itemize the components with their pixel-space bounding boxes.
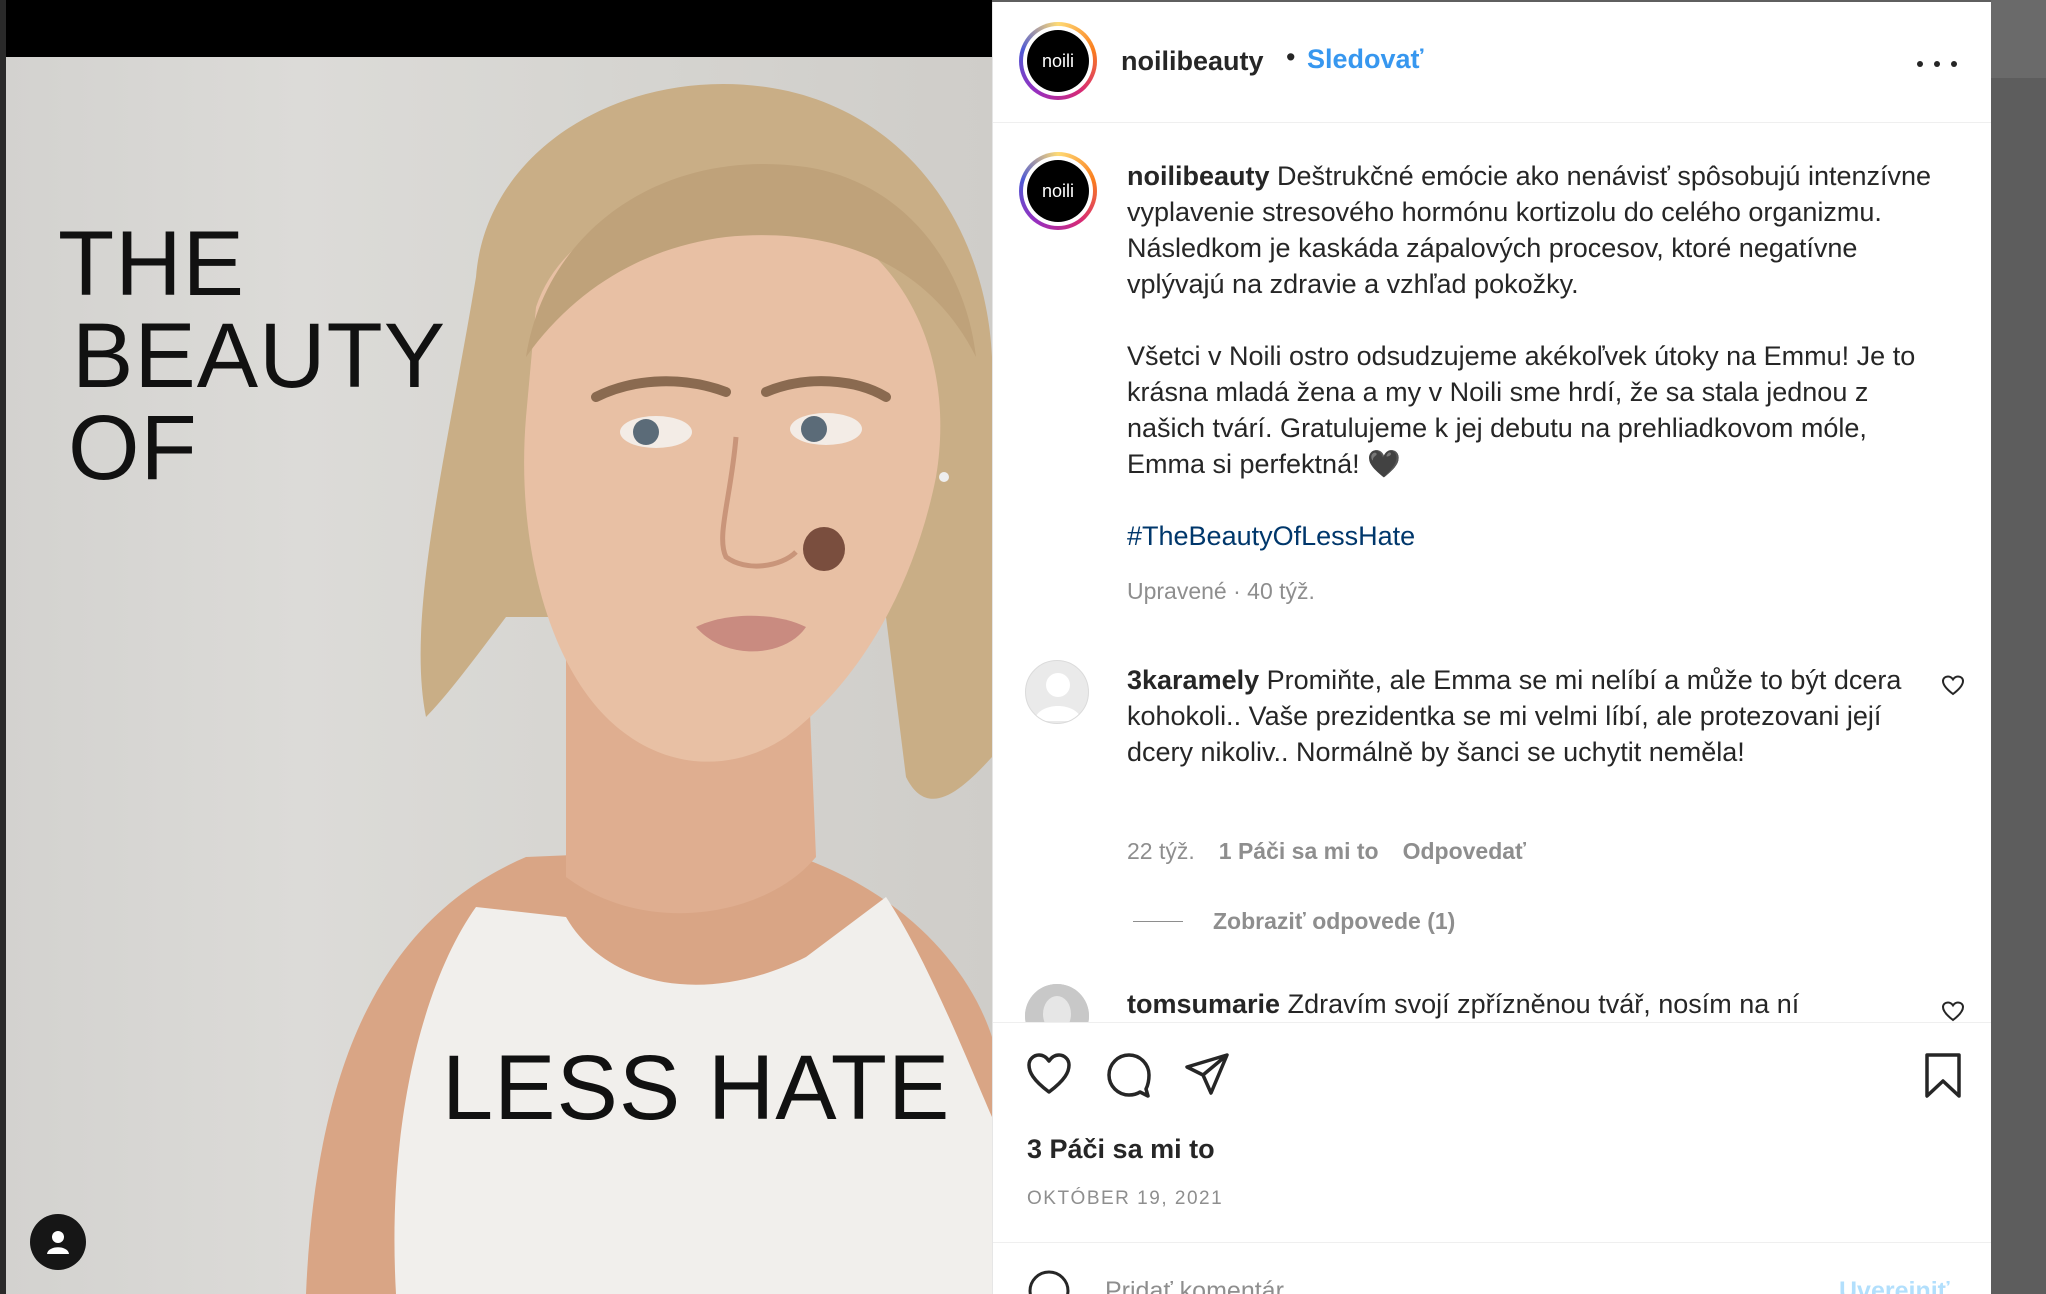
post-actions-bar bbox=[993, 1022, 1992, 1106]
author-username-link[interactable]: noilibeauty bbox=[1121, 46, 1264, 77]
paper-plane-icon[interactable] bbox=[1183, 1051, 1231, 1099]
caption-avatar-logo: noili bbox=[1027, 160, 1089, 222]
hashtag-link[interactable]: #TheBeautyOfLessHate bbox=[1127, 521, 1415, 551]
poster-line-of: OF bbox=[68, 397, 198, 499]
caption-username-link[interactable]: noilibeauty bbox=[1127, 161, 1270, 191]
poster-line-the: THE bbox=[58, 213, 245, 315]
post-header: noili noilibeauty • Sledovať bbox=[993, 2, 1992, 123]
default-avatar-icon bbox=[1034, 673, 1082, 721]
more-options-icon[interactable] bbox=[1917, 50, 1957, 78]
publish-button[interactable]: Uverejniť bbox=[1839, 1277, 1950, 1294]
page-right-gutter bbox=[1991, 0, 2046, 1294]
comment-likes-link[interactable]: 1 Páči sa mi to bbox=[1219, 838, 1379, 865]
comment-body: Zdravím svojí zpřízněnou tvář, nosím na … bbox=[1287, 989, 1800, 1019]
add-comment-bar: Pridať komentár... Uverejniť bbox=[993, 1242, 1992, 1294]
author-avatar-logo: noili bbox=[1027, 30, 1089, 92]
view-replies-label: Zobraziť odpovede (1) bbox=[1213, 908, 1456, 934]
replies-divider bbox=[1133, 921, 1183, 922]
emoji-icon[interactable] bbox=[1027, 1269, 1071, 1294]
post-caption: noilibeauty Deštrukčné emócie ako nenávi… bbox=[1127, 158, 1947, 590]
author-avatar[interactable]: noili bbox=[1019, 22, 1097, 100]
comment-time: 22 týž. bbox=[1127, 838, 1195, 864]
comment-text: 3karamely Promiňte, ale Emma se mi nelíb… bbox=[1127, 662, 1907, 770]
view-replies-button[interactable]: Zobraziť odpovede (1) bbox=[1133, 908, 1455, 935]
image-left-edge bbox=[0, 0, 6, 1294]
comment-meta: 22 týž. 1 Páči sa mi to Odpovedať bbox=[1127, 838, 1526, 865]
comment-like-heart-icon[interactable] bbox=[1941, 1000, 1965, 1022]
caption-meta: Upravené · 40 týž. bbox=[1127, 578, 1315, 604]
user-icon bbox=[47, 1231, 69, 1254]
commenter-username-link[interactable]: tomsumarie bbox=[1127, 989, 1280, 1019]
bookmark-icon[interactable] bbox=[1919, 1051, 1967, 1099]
header-separator: • bbox=[1286, 42, 1296, 72]
add-comment-input[interactable]: Pridať komentár... bbox=[1105, 1277, 1303, 1294]
post-image[interactable]: THE BEAUTY OF LESS HATE bbox=[0, 0, 992, 1294]
poster-line-less-hate: LESS HATE bbox=[442, 1037, 951, 1139]
comment-like-heart-icon[interactable] bbox=[1941, 674, 1965, 698]
heart-icon[interactable] bbox=[1025, 1051, 1073, 1099]
commenter-username-link[interactable]: 3karamely bbox=[1127, 665, 1259, 695]
comments-scroll-area[interactable]: noili noilibeauty Deštrukčné emócie ako … bbox=[993, 124, 1992, 1022]
commenter-avatar[interactable] bbox=[1025, 660, 1089, 724]
likes-count-link[interactable]: 3 Páči sa mi to bbox=[1027, 1134, 1215, 1165]
commenter-photo bbox=[1025, 984, 1089, 1022]
page-right-gutter-top bbox=[1991, 0, 2046, 78]
caption-paragraph-2: Všetci v Noili ostro odsudzujeme akékoľv… bbox=[1127, 341, 1916, 479]
post-date: OKTÓBER 19, 2021 bbox=[1027, 1188, 1224, 1209]
tagged-users-button[interactable] bbox=[30, 1214, 86, 1270]
follow-button[interactable]: Sledovať bbox=[1307, 44, 1423, 75]
caption-author-avatar[interactable]: noili bbox=[1019, 152, 1097, 230]
post-panel: noili noilibeauty • Sledovať noili noili… bbox=[992, 2, 1992, 1294]
comment-icon[interactable] bbox=[1105, 1051, 1153, 1099]
commenter-avatar[interactable] bbox=[1025, 984, 1089, 1022]
image-top-bar bbox=[0, 0, 992, 57]
reply-button[interactable]: Odpovedať bbox=[1403, 838, 1526, 865]
comment-text: tomsumarie Zdravím svojí zpřízněnou tvář… bbox=[1127, 986, 1907, 1022]
poster-line-beauty: BEAUTY bbox=[72, 305, 447, 407]
